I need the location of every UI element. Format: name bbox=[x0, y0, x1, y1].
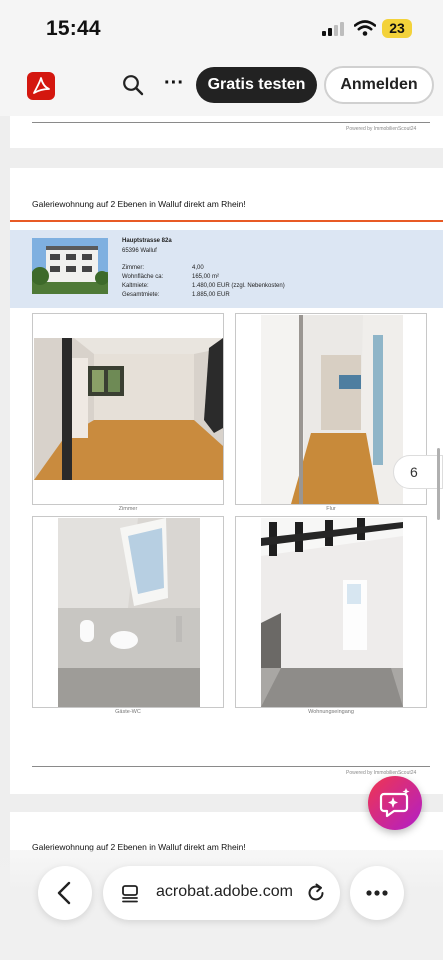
page-divider bbox=[32, 122, 430, 123]
acrobat-logo-icon[interactable] bbox=[27, 72, 55, 100]
page-divider bbox=[32, 766, 430, 767]
ellipsis-icon bbox=[366, 890, 388, 896]
clock: 15:44 bbox=[46, 17, 101, 40]
detail-label: Wohnfläche ca: bbox=[122, 274, 164, 280]
listing-info-box: Hauptstrasse 82a 65396 Walluf Zimmer: 4,… bbox=[10, 230, 443, 308]
house-thumbnail bbox=[32, 238, 108, 294]
room-image bbox=[34, 338, 223, 480]
status-bar: 15:44 23 bbox=[0, 0, 443, 56]
powered-by-label: Powered by ImmobilienScout24 bbox=[346, 126, 417, 132]
detail-label: Kaltmiete: bbox=[122, 283, 149, 289]
hallway-image bbox=[261, 315, 403, 504]
chevron-left-icon bbox=[57, 881, 71, 905]
pdf-page-current: Galeriewohnung auf 2 Ebenen in Walluf di… bbox=[10, 168, 443, 794]
guest-wc-image bbox=[58, 518, 200, 707]
acrobat-toolbar: ··· Gratis testen Anmelden bbox=[0, 56, 443, 116]
detail-value: 4,00 bbox=[192, 265, 204, 271]
address-bar[interactable]: acrobat.adobe.com bbox=[103, 866, 340, 920]
city-address: 65396 Walluf bbox=[122, 248, 157, 254]
photo-wohnungseingang[interactable] bbox=[235, 516, 427, 708]
page-menu-icon[interactable] bbox=[120, 883, 140, 903]
photo-caption: Zimmer bbox=[118, 506, 138, 512]
try-free-button[interactable]: Gratis testen bbox=[196, 67, 317, 103]
detail-value: 1.480,00 EUR (zzgl. Nebenkosten) bbox=[192, 283, 285, 289]
login-button[interactable]: Anmelden bbox=[324, 66, 434, 104]
photo-gaeste-wc[interactable] bbox=[32, 516, 224, 708]
entrance-image bbox=[261, 518, 403, 707]
scrollbar[interactable] bbox=[437, 448, 440, 520]
photo-caption: Flur bbox=[326, 506, 336, 512]
more-menu-button[interactable] bbox=[350, 866, 404, 920]
detail-value: 1.885,00 EUR bbox=[192, 292, 230, 298]
page-number-indicator[interactable]: 6 bbox=[393, 455, 443, 489]
reload-icon[interactable] bbox=[305, 882, 327, 904]
sparkle-chat-icon bbox=[379, 788, 410, 818]
search-icon[interactable] bbox=[122, 74, 144, 96]
battery-indicator: 23 bbox=[382, 19, 412, 38]
photo-caption: Wohnungseingang bbox=[308, 709, 354, 715]
cellular-signal-icon bbox=[322, 22, 346, 36]
detail-label: Zimmer: bbox=[122, 265, 144, 271]
listing-title: Galeriewohnung auf 2 Ebenen in Walluf di… bbox=[32, 199, 246, 209]
pdf-page-previous: Powered by ImmobilienScout24 bbox=[10, 116, 443, 148]
url-text: acrobat.adobe.com bbox=[156, 883, 293, 900]
street-address: Hauptstrasse 82a bbox=[122, 238, 172, 244]
detail-value: 165,00 m² bbox=[192, 274, 220, 280]
photo-zimmer[interactable] bbox=[32, 313, 224, 505]
back-button[interactable] bbox=[38, 866, 92, 920]
title-underline bbox=[10, 220, 443, 222]
ai-assistant-button[interactable] bbox=[368, 776, 422, 830]
wifi-icon bbox=[354, 20, 376, 36]
more-options-icon[interactable]: ··· bbox=[162, 73, 186, 96]
photo-caption: Gäste-WC bbox=[115, 709, 141, 715]
detail-label: Gesamtmiete: bbox=[122, 292, 160, 298]
